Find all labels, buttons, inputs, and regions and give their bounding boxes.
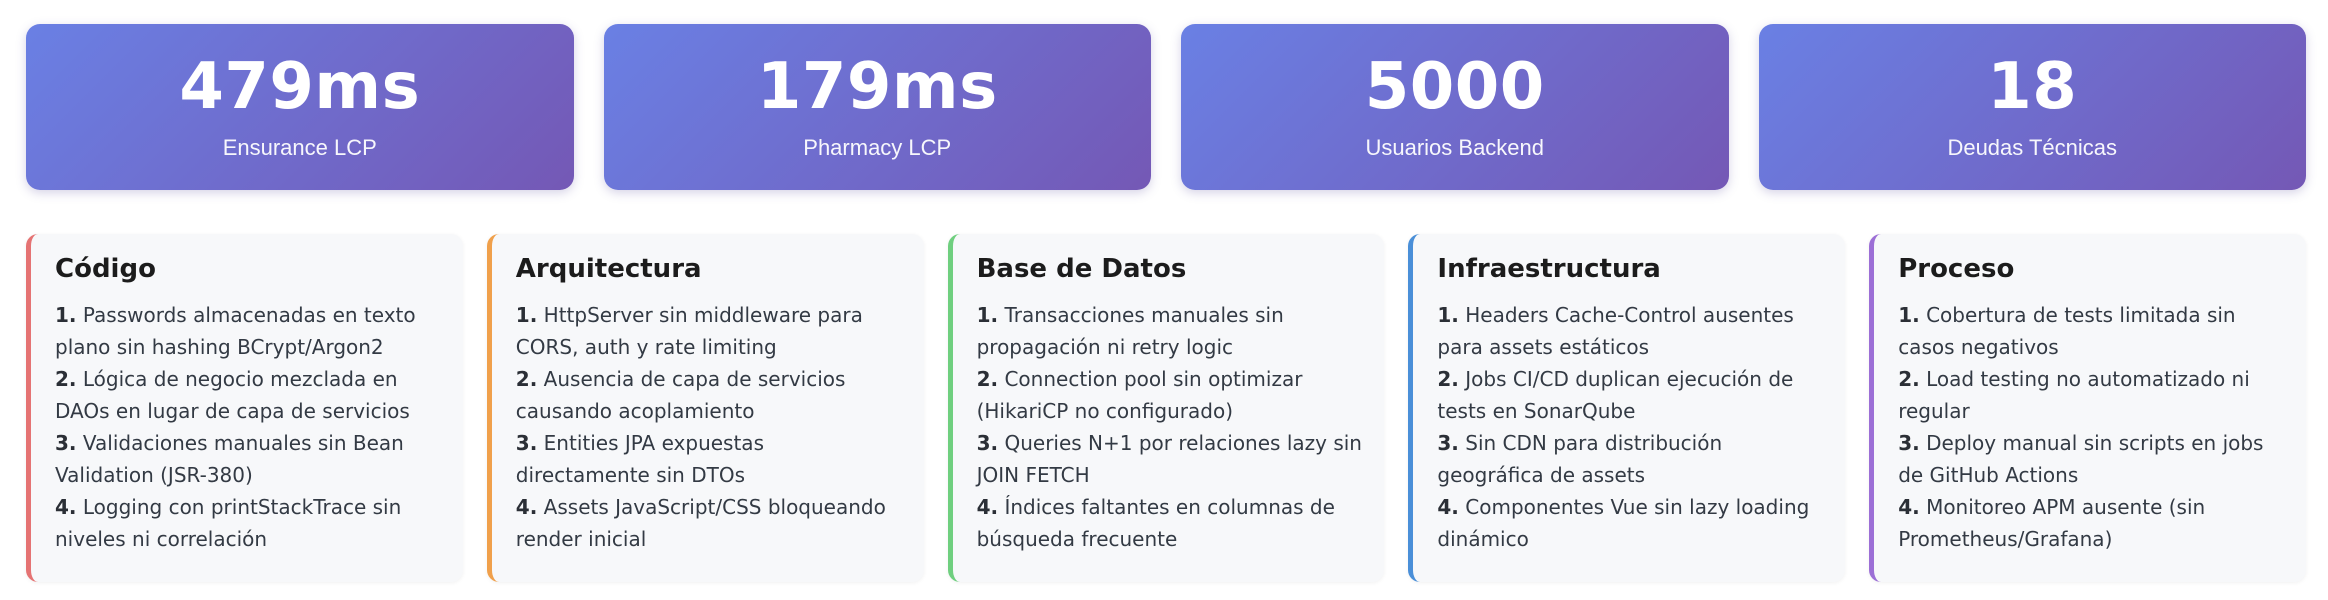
item-number: 3. bbox=[55, 431, 77, 456]
item-text: Logging con printStackTrace sin niveles … bbox=[55, 495, 402, 552]
category-title: Infraestructura bbox=[1437, 254, 1661, 284]
category-card-infraestructura: Infraestructura 1. Headers Cache-Control… bbox=[1408, 234, 1846, 582]
metric-value: 5000 bbox=[1364, 50, 1545, 124]
metric-value: 18 bbox=[1987, 50, 2078, 124]
item-number: 2. bbox=[515, 367, 538, 392]
metrics-row: 479ms Ensurance LCP 179ms Pharmacy LCP 5… bbox=[26, 24, 2306, 190]
item-text: Deploy manual sin scripts en jobs de Git… bbox=[1898, 431, 2264, 488]
list-item: 2. Load testing no automatizado ni regul… bbox=[1898, 363, 2284, 427]
metric-label: Usuarios Backend bbox=[1365, 135, 1545, 160]
debt-categories: Código 1. Passwords almacenadas en texto… bbox=[26, 234, 2306, 582]
item-number: 3. bbox=[1898, 431, 1920, 456]
item-number: 2. bbox=[1437, 367, 1459, 392]
list-item: 3. Deploy manual sin scripts en jobs de … bbox=[1898, 427, 2284, 491]
item-number: 2. bbox=[1898, 367, 1920, 392]
item-number: 4. bbox=[1437, 495, 1459, 520]
metric-label: Deudas Técnicas bbox=[1947, 135, 2118, 160]
list-item: 1. HttpServer sin middleware para CORS, … bbox=[516, 299, 902, 363]
item-number: 2. bbox=[55, 367, 77, 392]
item-number: 1. bbox=[1437, 303, 1459, 328]
category-card-arquitectura: Arquitectura 1. HttpServer sin middlewar… bbox=[486, 234, 924, 582]
category-card-codigo: Código 1. Passwords almacenadas en texto… bbox=[26, 234, 463, 582]
item-text: Queries N+1 por relaciones lazy sin JOIN… bbox=[976, 431, 1362, 488]
item-text: Monitoreo APM ausente (sin Prometheus/Gr… bbox=[1898, 495, 2206, 552]
item-text: Entities JPA expuestas directamente sin … bbox=[515, 431, 764, 488]
item-text: Load testing no automatizado ni regular bbox=[1898, 367, 2250, 424]
metric-value: 179ms bbox=[756, 50, 998, 124]
item-text: Cobertura de tests limitada sin casos ne… bbox=[1898, 303, 2236, 360]
list-item: 2. Jobs CI/CD duplican ejecución de test… bbox=[1437, 363, 1823, 427]
item-text: Assets JavaScript/CSS bloqueando render … bbox=[515, 495, 886, 552]
item-number: 2. bbox=[976, 367, 999, 392]
metric-card-pharmacy-lcp: 179ms Pharmacy LCP bbox=[603, 24, 1151, 190]
list-item: 2. Lógica de negocio mezclada en DAOs en… bbox=[55, 363, 441, 427]
category-card-proceso: Proceso 1. Cobertura de tests limitada s… bbox=[1869, 234, 2306, 582]
category-title: Proceso bbox=[1898, 254, 2015, 284]
item-text: Jobs CI/CD duplican ejecución de tests e… bbox=[1437, 367, 1794, 424]
list-item: 3. Validaciones manuales sin Bean Valida… bbox=[55, 427, 441, 491]
item-number: 1. bbox=[1898, 303, 1920, 328]
item-text: Transacciones manuales sin propagación n… bbox=[976, 303, 1284, 360]
metric-label: Ensurance LCP bbox=[222, 135, 377, 160]
list-item: 4. Logging con printStackTrace sin nivel… bbox=[55, 491, 441, 555]
item-number: 3. bbox=[1437, 431, 1459, 456]
metric-card-usuarios-backend: 5000 Usuarios Backend bbox=[1181, 24, 1729, 190]
metric-label: Pharmacy LCP bbox=[803, 135, 952, 160]
list-item: 4. Monitoreo APM ausente (sin Prometheus… bbox=[1898, 491, 2284, 555]
item-number: 3. bbox=[976, 431, 999, 456]
list-item: 3. Sin CDN para distribución geográfica … bbox=[1437, 427, 1823, 491]
list-item: 1. Passwords almacenadas en texto plano … bbox=[55, 299, 441, 363]
item-number: 4. bbox=[1898, 495, 1920, 520]
item-number: 3. bbox=[515, 431, 538, 456]
list-item: 2. Ausencia de capa de servicios causand… bbox=[516, 363, 902, 427]
list-item: 4. Assets JavaScript/CSS bloqueando rend… bbox=[516, 491, 902, 555]
metric-value: 479ms bbox=[179, 50, 421, 124]
item-number: 1. bbox=[515, 303, 538, 328]
item-number: 4. bbox=[55, 495, 77, 520]
item-number: 1. bbox=[55, 303, 77, 328]
item-text: Sin CDN para distribución geográfica de … bbox=[1437, 431, 1723, 488]
item-text: HttpServer sin middleware para CORS, aut… bbox=[515, 303, 863, 360]
list-item: 4. Componentes Vue sin lazy loading diná… bbox=[1437, 491, 1823, 555]
list-item: 3. Entities JPA expuestas directamente s… bbox=[516, 427, 902, 491]
category-card-base-de-datos: Base de Datos 1. Transacciones manuales … bbox=[947, 234, 1385, 582]
item-text: Componentes Vue sin lazy loading dinámic… bbox=[1437, 495, 1810, 552]
item-number: 4. bbox=[976, 495, 999, 520]
item-text: Validaciones manuales sin Bean Validatio… bbox=[55, 431, 404, 488]
item-text: Lógica de negocio mezclada en DAOs en lu… bbox=[55, 367, 410, 424]
metric-card-deudas-tecnicas: 18 Deudas Técnicas bbox=[1758, 24, 2306, 190]
metric-card-ensurance-lcp: 479ms Ensurance LCP bbox=[26, 24, 574, 190]
item-number: 1. bbox=[976, 303, 999, 328]
list-item: 1. Headers Cache-Control ausentes para a… bbox=[1437, 299, 1823, 363]
list-item: 2. Connection pool sin optimizar (Hikari… bbox=[977, 363, 1363, 427]
category-title: Código bbox=[55, 254, 156, 284]
list-item: 1. Transacciones manuales sin propagació… bbox=[977, 299, 1363, 363]
list-item: 4. Índices faltantes en columnas de búsq… bbox=[977, 491, 1363, 555]
item-text: Headers Cache-Control ausentes para asse… bbox=[1437, 303, 1794, 360]
item-text: Índices faltantes en columnas de búsqued… bbox=[976, 495, 1335, 552]
item-text: Connection pool sin optimizar (HikariCP … bbox=[976, 367, 1303, 424]
category-title: Arquitectura bbox=[515, 254, 702, 284]
list-item: 1. Cobertura de tests limitada sin casos… bbox=[1898, 299, 2284, 363]
item-text: Ausencia de capa de servicios causando a… bbox=[515, 367, 846, 424]
category-title: Base de Datos bbox=[976, 254, 1187, 284]
item-number: 4. bbox=[515, 495, 538, 520]
item-text: Passwords almacenadas en texto plano sin… bbox=[55, 303, 416, 360]
list-item: 3. Queries N+1 por relaciones lazy sin J… bbox=[977, 427, 1363, 491]
